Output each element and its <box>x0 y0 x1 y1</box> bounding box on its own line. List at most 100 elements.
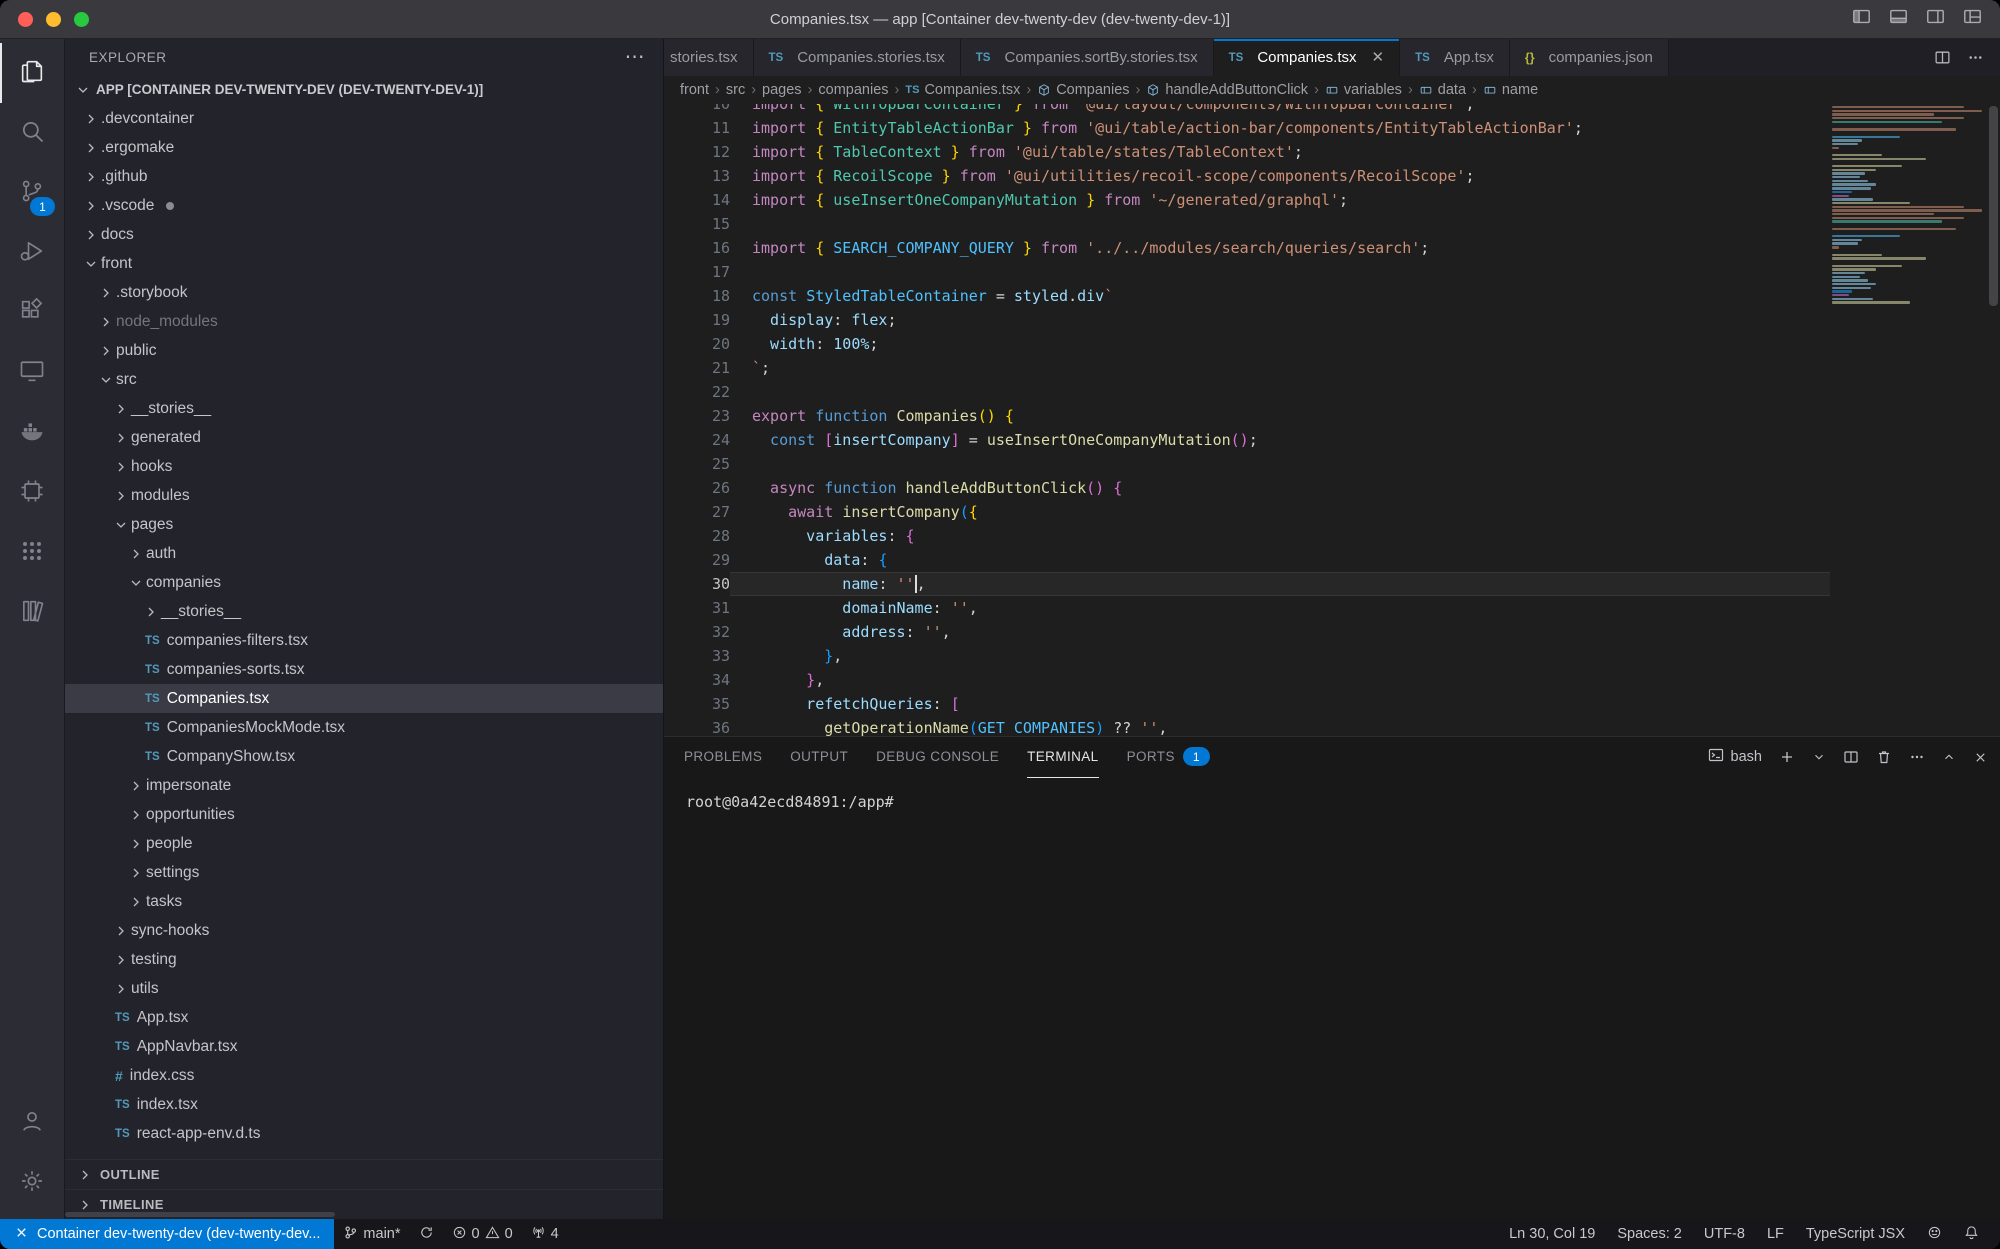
activity-accounts-button[interactable] <box>0 1093 64 1153</box>
tree-item-generated[interactable]: generated <box>65 423 663 452</box>
scrollbar-thumb[interactable] <box>1989 106 1998 306</box>
breadcrumb-item-front[interactable]: front <box>680 82 709 98</box>
breadcrumb-item-data[interactable]: data <box>1419 82 1466 98</box>
project-root-folder[interactable]: APP [CONTAINER DEV-TWENTY-DEV (DEV-TWENT… <box>65 75 663 104</box>
code-line-16[interactable]: 16import { SEARCH_COMPANY_QUERY } from '… <box>664 236 1830 260</box>
split-terminal-icon[interactable] <box>1843 749 1859 765</box>
code-line-22[interactable]: 22 <box>664 380 1830 404</box>
code-line-35[interactable]: 35 refetchQueries: [ <box>664 692 1830 716</box>
editor-more-actions-icon[interactable] <box>1967 49 1984 66</box>
tab-app-tsx[interactable]: TSApp.tsx <box>1400 39 1510 76</box>
notifications-button[interactable] <box>1953 1219 1990 1249</box>
split-editor-icon[interactable] <box>1934 49 1951 66</box>
breadcrumb-item-src[interactable]: src <box>726 82 745 98</box>
tab-companies-sortby-stories-tsx[interactable]: TSCompanies.sortBy.stories.tsx <box>961 39 1214 76</box>
code-line-18[interactable]: 18const StyledTableContainer = styled.di… <box>664 284 1830 308</box>
tree-item-companies[interactable]: companies <box>65 568 663 597</box>
maximize-panel-icon[interactable] <box>1942 750 1956 764</box>
ports-indicator[interactable]: 4 <box>522 1219 568 1249</box>
code-line-31[interactable]: 31 domainName: '', <box>664 596 1830 620</box>
tree-item-index-css[interactable]: #index.css <box>65 1061 663 1090</box>
new-terminal-icon[interactable] <box>1779 749 1795 765</box>
code-line-24[interactable]: 24 const [insertCompany] = useInsertOneC… <box>664 428 1830 452</box>
indentation-indicator[interactable]: Spaces: 2 <box>1606 1219 1693 1249</box>
sidebar-scrollbar[interactable] <box>65 1212 335 1217</box>
tree-item-companies-filters-tsx[interactable]: TScompanies-filters.tsx <box>65 626 663 655</box>
code-line-33[interactable]: 33 }, <box>664 644 1830 668</box>
cursor-position-indicator[interactable]: Ln 30, Col 19 <box>1498 1219 1606 1249</box>
terminal-dropdown-icon[interactable] <box>1812 750 1826 764</box>
code-line-30[interactable]: 30 name: '', <box>664 572 1830 596</box>
tree-item-src[interactable]: src <box>65 365 663 394</box>
code-line-29[interactable]: 29 data: { <box>664 548 1830 572</box>
breadcrumb-item-companies-tsx[interactable]: TSCompanies.tsx <box>905 82 1020 98</box>
tree-item--storybook[interactable]: .storybook <box>65 278 663 307</box>
activity-explorer-button[interactable] <box>0 43 64 103</box>
tree-item-companies-sorts-tsx[interactable]: TScompanies-sorts.tsx <box>65 655 663 684</box>
tree-item-testing[interactable]: testing <box>65 945 663 974</box>
code-line-13[interactable]: 13import { RecoilScope } from '@ui/utili… <box>664 164 1830 188</box>
tree-item-hooks[interactable]: hooks <box>65 452 663 481</box>
panel-tab-terminal[interactable]: TERMINAL <box>1027 737 1098 778</box>
tree-item-settings[interactable]: settings <box>65 858 663 887</box>
tree-item-appnavbar-tsx[interactable]: TSAppNavbar.tsx <box>65 1032 663 1061</box>
activity-docker-button[interactable] <box>0 403 64 463</box>
tree-item-companyshow-tsx[interactable]: TSCompanyShow.tsx <box>65 742 663 771</box>
encoding-indicator[interactable]: UTF-8 <box>1693 1219 1756 1249</box>
code-line-15[interactable]: 15 <box>664 212 1830 236</box>
code-line-23[interactable]: 23export function Companies() { <box>664 404 1830 428</box>
eol-indicator[interactable]: LF <box>1756 1219 1795 1249</box>
breadcrumb-item-variables[interactable]: variables <box>1325 82 1402 98</box>
problems-indicator[interactable]: 0 0 <box>443 1219 522 1249</box>
breadcrumb-item-companies[interactable]: companies <box>818 82 888 98</box>
close-window-button[interactable] <box>18 12 33 27</box>
activity-extension-c-button[interactable] <box>0 583 64 643</box>
tree-item-companiesmockmode-tsx[interactable]: TSCompaniesMockMode.tsx <box>65 713 663 742</box>
minimap[interactable] <box>1832 106 1984 305</box>
activity-settings-button[interactable] <box>0 1153 64 1213</box>
explorer-actions-button[interactable]: ⋯ <box>625 52 646 62</box>
zoom-window-button[interactable] <box>74 12 89 27</box>
tree-item--devcontainer[interactable]: .devcontainer <box>65 104 663 133</box>
tree-item--github[interactable]: .github <box>65 162 663 191</box>
panel-tab-output[interactable]: OUTPUT <box>790 737 848 778</box>
section-outline[interactable]: OUTLINE <box>65 1159 663 1189</box>
tree-item-utils[interactable]: utils <box>65 974 663 1003</box>
breadcrumb-item-name[interactable]: name <box>1483 82 1538 98</box>
code-line-17[interactable]: 17 <box>664 260 1830 284</box>
code-line-12[interactable]: 12import { TableContext } from '@ui/tabl… <box>664 140 1830 164</box>
panel-tab-problems[interactable]: PROBLEMS <box>684 737 762 778</box>
tree-item-people[interactable]: people <box>65 829 663 858</box>
customize-layout-icon[interactable] <box>1963 7 1982 31</box>
toggle-panel-icon[interactable] <box>1889 7 1908 31</box>
tree-item-opportunities[interactable]: opportunities <box>65 800 663 829</box>
terminal[interactable]: root@0a42ecd84891:/app# <box>664 777 2000 1219</box>
activity-extension-a-button[interactable] <box>0 463 64 523</box>
tree-item-tasks[interactable]: tasks <box>65 887 663 916</box>
panel-tab-debug-console[interactable]: DEBUG CONSOLE <box>876 737 999 778</box>
tree-item-pages[interactable]: pages <box>65 510 663 539</box>
tree-item-react-app-env-d-ts[interactable]: TSreact-app-env.d.ts <box>65 1119 663 1148</box>
tree-item-index-tsx[interactable]: TSindex.tsx <box>65 1090 663 1119</box>
close-panel-icon[interactable] <box>1973 750 1988 765</box>
activity-search-button[interactable] <box>0 103 64 163</box>
activity-extension-b-button[interactable] <box>0 523 64 583</box>
tab-companies-stories-tsx[interactable]: TSCompanies.stories.tsx <box>754 39 961 76</box>
code-line-28[interactable]: 28 variables: { <box>664 524 1830 548</box>
tree-item--stories-[interactable]: __stories__ <box>65 597 663 626</box>
kill-terminal-icon[interactable] <box>1876 749 1892 765</box>
activity-extensions-button[interactable] <box>0 283 64 343</box>
editor-scrollbar[interactable] <box>1986 104 2000 736</box>
minimize-window-button[interactable] <box>46 12 61 27</box>
tree-item-sync-hooks[interactable]: sync-hooks <box>65 916 663 945</box>
breadcrumb-item-companies[interactable]: Companies <box>1037 82 1129 98</box>
activity-source-control-button[interactable]: 1 <box>0 163 64 223</box>
code-line-32[interactable]: 32 address: '', <box>664 620 1830 644</box>
code-line-25[interactable]: 25 <box>664 452 1830 476</box>
toggle-secondary-sidebar-icon[interactable] <box>1926 7 1945 31</box>
code-line-20[interactable]: 20 width: 100%; <box>664 332 1830 356</box>
code-line-34[interactable]: 34 }, <box>664 668 1830 692</box>
tree-item-companies-tsx[interactable]: TSCompanies.tsx <box>65 684 663 713</box>
code-line-36[interactable]: 36 getOperationName(GET_COMPANIES) ?? ''… <box>664 716 1830 736</box>
breadcrumb-item-handleaddbuttonclick[interactable]: handleAddButtonClick <box>1146 82 1308 98</box>
